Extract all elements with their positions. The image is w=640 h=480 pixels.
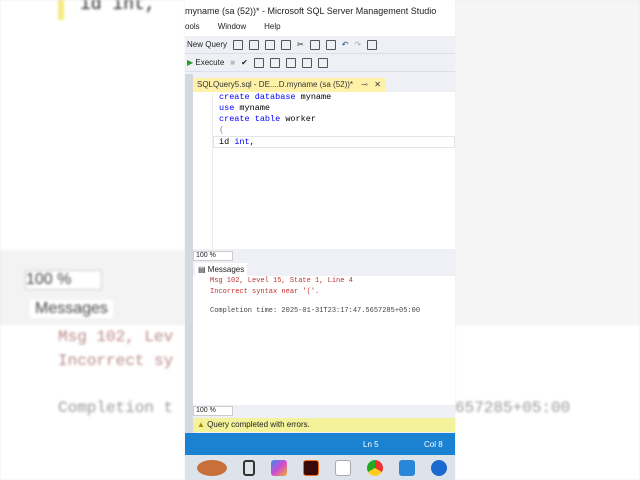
warning-icon: ▲ xyxy=(197,420,205,429)
comment-icon[interactable] xyxy=(301,57,312,68)
pin-icon[interactable]: ⊸ xyxy=(361,80,368,89)
blurred-background-left: id int, 100 % Messages Msg 102, Lev Inco… xyxy=(0,0,185,480)
column-number: Col 8 xyxy=(424,440,443,449)
menu-tools[interactable]: ools xyxy=(185,22,200,36)
task-view-icon[interactable] xyxy=(243,459,255,476)
completion-time: Completion time: 2025-01-31T23:17:47.565… xyxy=(210,307,421,315)
db-query-icon[interactable] xyxy=(249,39,260,50)
query-icon[interactable] xyxy=(233,39,244,50)
blurred-background-right: 657285+05:00 xyxy=(455,0,640,480)
messages-icon: ▤ xyxy=(198,265,206,274)
line-number: Ln 5 xyxy=(363,440,379,449)
query-status: ▲ Query completed with errors. xyxy=(193,418,455,432)
taskbar xyxy=(185,455,455,480)
error-line: Incorrect syntax near '('. xyxy=(210,288,320,296)
zoom-dropdown[interactable]: 100 % xyxy=(193,251,233,261)
stop-icon[interactable]: ■ xyxy=(230,58,235,67)
play-icon: ▶ xyxy=(187,58,194,67)
standard-toolbar: New Query ✂ ↶ ↷ xyxy=(185,36,455,54)
parse-icon[interactable]: ✔ xyxy=(241,58,248,67)
code-line: create table worker xyxy=(219,114,316,124)
undo-icon[interactable]: ↶ xyxy=(342,40,349,49)
tab-sqlquery5[interactable]: SQLQuery5.sql - DE....D.myname (sa (52))… xyxy=(193,78,385,92)
menu-bar: ools Window Help xyxy=(185,22,455,36)
menu-window[interactable]: Window xyxy=(218,22,246,36)
editor-gutter xyxy=(193,92,213,249)
db-query-icon[interactable] xyxy=(265,39,276,50)
properties-icon[interactable] xyxy=(367,39,378,50)
side-panel-edge xyxy=(185,74,193,434)
copilot-icon[interactable] xyxy=(271,459,287,476)
uncomment-icon[interactable] xyxy=(317,57,328,68)
redo-icon[interactable]: ↷ xyxy=(354,40,361,49)
db-query-icon[interactable] xyxy=(281,39,292,50)
cut-icon[interactable]: ✂ xyxy=(297,40,304,49)
tab-messages[interactable]: ▤ Messages xyxy=(195,263,248,276)
zoom-dropdown[interactable]: 100 % xyxy=(193,406,233,416)
editor-zoom-bar: 100 % xyxy=(193,251,455,262)
code-line: create database myname xyxy=(219,92,332,102)
new-query-button[interactable]: New Query xyxy=(187,40,227,49)
query-editor[interactable]: create database myname use myname create… xyxy=(193,92,455,249)
code-line: ( xyxy=(219,125,225,135)
chrome-icon[interactable] xyxy=(367,459,383,476)
mail-icon[interactable] xyxy=(399,459,415,476)
results-grid-icon[interactable] xyxy=(269,57,280,68)
illustrator-icon[interactable] xyxy=(303,459,319,476)
paste-icon[interactable] xyxy=(325,39,336,50)
results-file-icon[interactable] xyxy=(285,57,296,68)
close-icon[interactable]: ✕ xyxy=(374,80,381,89)
window-title: myname (sa (52))* - Microsoft SQL Server… xyxy=(185,0,455,22)
results-zoom-bar: 100 % xyxy=(193,406,455,417)
ssms-window: myname (sa (52))* - Microsoft SQL Server… xyxy=(185,0,455,455)
code-line: use myname xyxy=(219,103,271,113)
weather-widget-icon[interactable] xyxy=(197,459,227,476)
execute-button[interactable]: ▶ Execute xyxy=(187,58,224,67)
store-icon[interactable] xyxy=(335,459,351,476)
error-line: Msg 102, Level 15, State 1, Line 4 xyxy=(210,277,353,285)
copy-icon[interactable] xyxy=(309,39,320,50)
plan-icon[interactable] xyxy=(253,57,264,68)
status-bar: Ln 5 Col 8 xyxy=(185,433,455,455)
edge-icon[interactable] xyxy=(431,459,447,476)
messages-pane: Msg 102, Level 15, State 1, Line 4 Incor… xyxy=(193,276,455,405)
code-line: id int, xyxy=(219,137,255,147)
menu-help[interactable]: Help xyxy=(264,22,280,36)
sql-toolbar: ▶ Execute ■ ✔ xyxy=(185,54,455,72)
